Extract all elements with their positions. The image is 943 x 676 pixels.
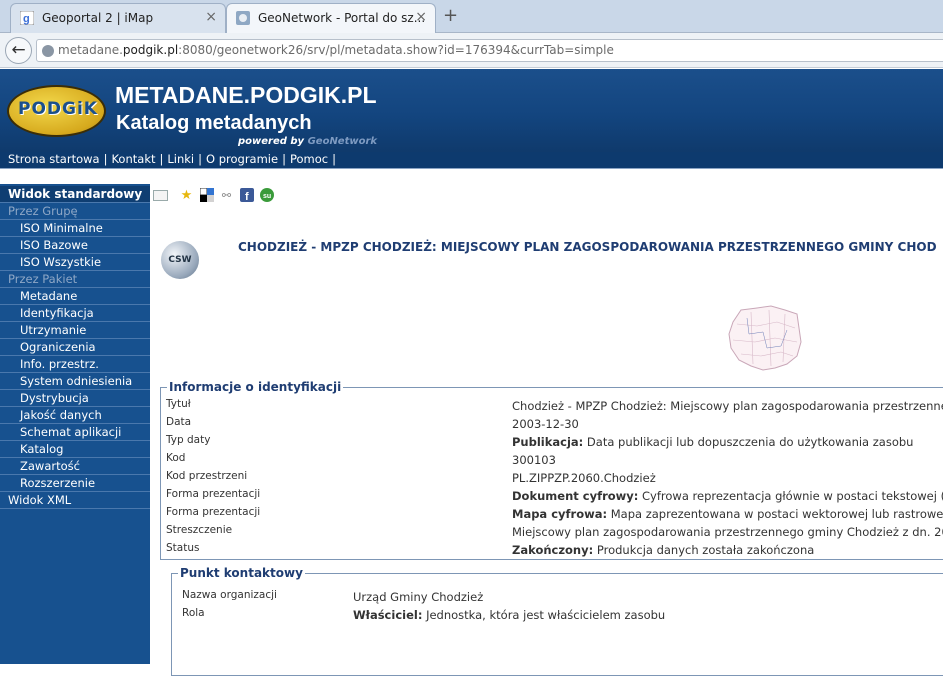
sidebar-item[interactable]: Ograniczenia [0,339,150,356]
top-menu-item[interactable]: Pomoc [290,152,328,166]
poland-map-thumbnail [728,305,802,371]
field-label: Kod [166,452,186,464]
menu-separator: | [159,152,164,166]
powered-by: powered by GeoNetwork [238,136,378,147]
browser-tab-strip: g Geoportal 2 | iMap × GeoNetwork - Port… [0,0,943,33]
social-bookmarks: ★ ⚯ f su [179,187,279,206]
mail-icon[interactable] [153,190,168,201]
sidebar-item[interactable]: Katalog [0,441,150,458]
tab-title: GeoNetwork - Portal do sz... [258,11,426,25]
logo-text: PODGiK [18,99,98,119]
sidebar-item: Przez Grupę [0,203,150,220]
field-value: Mapa cyfrowa: Mapa zaprezentowana w post… [512,507,943,521]
field-label: Forma prezentacji [166,488,261,500]
field-label: Status [166,542,200,554]
field-value: 300103 [512,453,556,467]
new-tab-button[interactable]: + [443,5,458,26]
top-menu-item[interactable]: Strona startowa [8,152,100,166]
field-value: Dokument cyfrowy: Cyfrowa reprezentacja … [512,489,943,503]
sidebar-item[interactable]: Widok standardowy [0,186,150,203]
field-label: Data [166,416,192,428]
stumbleupon-icon[interactable]: su [259,188,274,203]
browser-tab-geonetwork[interactable]: GeoNetwork - Portal do sz... × [226,3,436,33]
field-label: Forma prezentacji [166,506,261,518]
sidebar-item[interactable]: Schemat aplikacji [0,424,150,441]
tab-close-icon[interactable]: × [205,9,217,25]
menu-separator: | [282,152,286,166]
sidebar-item[interactable]: Zawartość [0,458,150,475]
sidebar-item[interactable]: Jakość danych [0,407,150,424]
sidebar-item[interactable]: Widok XML [0,492,150,509]
top-menu-item[interactable]: Kontakt [111,152,155,166]
field-value: 2003-12-30 [512,417,579,431]
site-name: METADANE.PODGIK.PL [115,82,377,108]
geonetwork-favicon-icon [236,11,250,25]
browser-nav-bar: ← metadane.podgik.pl:8080/geonetwork26/s… [0,33,943,68]
site-banner: PODGiK METADANE.PODGIK.PL Katalog metada… [0,69,943,152]
top-menu: Strona startowa | Kontakt | Linki | O programi… [0,152,943,168]
top-menu-item[interactable]: Linki [167,152,194,166]
site-subtitle: Katalog metadanych [116,112,312,134]
sidebar-item[interactable]: ISO Minimalne [0,220,150,237]
svg-text:su: su [263,193,271,200]
sidebar-item: Przez Pakiet [0,271,150,288]
sidebar-item[interactable]: Dystrybucja [0,390,150,407]
field-label: Nazwa organizacji [182,589,277,601]
digg-icon[interactable]: ⚯ [219,188,234,203]
back-button[interactable]: ← [5,37,32,64]
sidebar-item[interactable]: Identyfikacja [0,305,150,322]
tab-title: Geoportal 2 | iMap [42,11,154,25]
menu-separator: | [332,152,336,166]
contact-legend: Punkt kontaktowy [180,566,303,580]
sidebar-item[interactable]: ISO Wszystkie [0,254,150,271]
page-title: CHODZIEŻ - MPZP CHODZIEŻ: MIEJSCOWY PLAN… [238,240,937,254]
field-value: Urząd Gminy Chodzież [353,590,484,604]
globe-icon [42,45,54,57]
sidebar-item[interactable]: ISO Bazowe [0,237,150,254]
sidebar-item[interactable]: Rozszerzenie [0,475,150,492]
field-value: Właściciel: Jednostka, która jest właści… [353,608,666,622]
sidebar-item[interactable]: Metadane [0,288,150,305]
sidebar-item[interactable]: System odniesienia [0,373,150,390]
sidebar-item[interactable]: Info. przestrz. [0,356,150,373]
field-value: Miejscowy plan zagospodarowania przestrz… [512,525,943,539]
facebook-icon[interactable]: f [239,188,254,203]
url-text: metadane.podgik.pl:8080/geonetwork26/srv… [58,43,614,57]
tab-close-icon[interactable]: × [415,9,427,25]
svg-text:f: f [245,191,249,202]
field-label: Kod przestrzeni [166,470,248,482]
menu-separator: | [103,152,108,166]
browser-tab-geoportal[interactable]: g Geoportal 2 | iMap × [10,3,226,33]
sidebar-item[interactable]: Utrzymanie [0,322,150,339]
identification-legend: Informacje o identyfikacji [169,380,342,394]
header-strip [0,168,943,184]
svg-text:g: g [23,13,30,25]
sidebar: Widok standardowy Przez Grupę ISO Minimaln… [0,184,150,664]
delicious-icon[interactable] [199,187,214,203]
menu-separator: | [198,152,202,166]
star-icon[interactable]: ★ [179,188,194,203]
field-value: PL.ZIPPZP.2060.Chodzież [512,471,656,485]
google-favicon-icon: g [19,10,35,26]
field-label: Tytuł [166,398,191,410]
field-label: Rola [182,607,205,619]
field-label: Streszczenie [166,524,233,536]
field-value: Publikacja: Data publikacji lub dopuszcz… [512,435,914,449]
field-label: Typ daty [166,434,211,446]
csw-globe-icon[interactable]: CSW [161,241,199,279]
field-value: Zakończony: Produkcja danych została zak… [512,543,815,557]
main-content: ★ ⚯ f su CSW CHODZIEŻ - MPZP CHODZIEŻ: M… [150,184,943,676]
field-value: Chodzież - MPZP Chodzież: Miejscowy plan… [512,399,943,413]
address-bar[interactable]: metadane.podgik.pl:8080/geonetwork26/srv… [36,39,943,62]
top-menu-item[interactable]: O programie [206,152,278,166]
